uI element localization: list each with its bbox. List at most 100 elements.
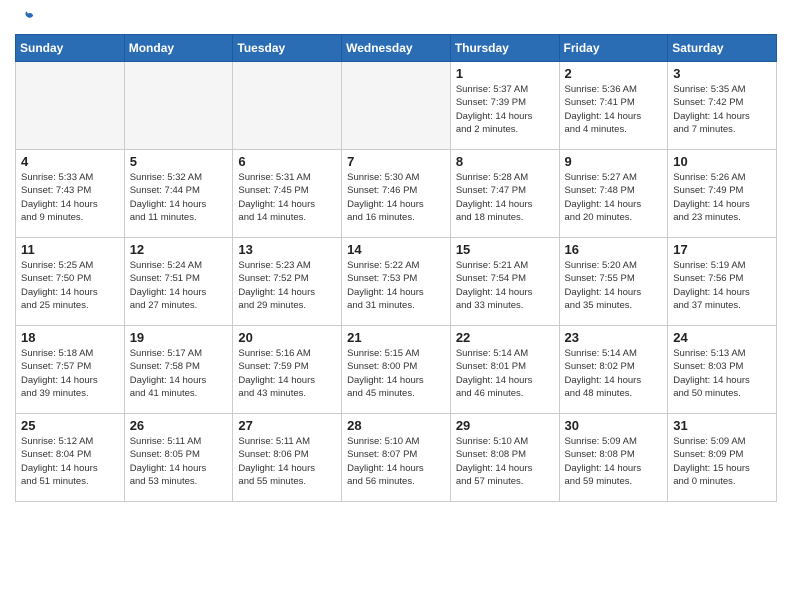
calendar-cell: 20 Sunrise: 5:16 AM Sunset: 7:59 PM Dayli… bbox=[233, 326, 342, 414]
day-number: 6 bbox=[238, 154, 336, 169]
logo bbox=[15, 10, 35, 28]
day-number: 14 bbox=[347, 242, 445, 257]
calendar-cell: 31 Sunrise: 5:09 AM Sunset: 8:09 PM Dayli… bbox=[668, 414, 777, 502]
calendar-cell: 22 Sunrise: 5:14 AM Sunset: 8:01 PM Dayli… bbox=[450, 326, 559, 414]
calendar-cell: 16 Sunrise: 5:20 AM Sunset: 7:55 PM Dayli… bbox=[559, 238, 668, 326]
logo-wave-icon bbox=[17, 10, 35, 28]
day-number: 23 bbox=[565, 330, 663, 345]
day-info: Sunrise: 5:10 AM Sunset: 8:07 PM Dayligh… bbox=[347, 435, 445, 488]
calendar-cell: 26Sunrise: 5:11 AM Sunset: 8:05 PM Dayli… bbox=[124, 414, 233, 502]
day-info: Sunrise: 5:27 AM Sunset: 7:48 PM Dayligh… bbox=[565, 171, 663, 224]
day-info: Sunrise: 5:09 AM Sunset: 8:09 PM Dayligh… bbox=[673, 435, 771, 488]
header-monday: Monday bbox=[124, 35, 233, 62]
day-info: Sunrise: 5:30 AM Sunset: 7:46 PM Dayligh… bbox=[347, 171, 445, 224]
day-number: 28 bbox=[347, 418, 445, 433]
calendar-cell: 17Sunrise: 5:19 AM Sunset: 7:56 PM Dayli… bbox=[668, 238, 777, 326]
day-info: Sunrise: 5:23 AM Sunset: 7:52 PM Dayligh… bbox=[238, 259, 336, 312]
day-number: 12 bbox=[130, 242, 228, 257]
calendar-week-row: 4 Sunrise: 5:33 AM Sunset: 7:43 PM Daylig… bbox=[16, 150, 777, 238]
day-info: Sunrise: 5:36 AM Sunset: 7:41 PM Dayligh… bbox=[565, 83, 663, 136]
day-info: Sunrise: 5:24 AM Sunset: 7:51 PM Dayligh… bbox=[130, 259, 228, 312]
calendar-cell bbox=[16, 62, 125, 150]
page: Sunday Monday Tuesday Wednesday Thursday… bbox=[0, 0, 792, 517]
calendar-cell: 29Sunrise: 5:10 AM Sunset: 8:08 PM Dayli… bbox=[450, 414, 559, 502]
calendar-week-row: 25 Sunrise: 5:12 AM Sunset: 8:04 PM Dayli… bbox=[16, 414, 777, 502]
calendar-cell: 19 Sunrise: 5:17 AM Sunset: 7:58 PM Dayli… bbox=[124, 326, 233, 414]
day-number: 26 bbox=[130, 418, 228, 433]
calendar-cell: 30 Sunrise: 5:09 AM Sunset: 8:08 PM Dayli… bbox=[559, 414, 668, 502]
day-info: Sunrise: 5:37 AM Sunset: 7:39 PM Dayligh… bbox=[456, 83, 554, 136]
calendar-cell: 8 Sunrise: 5:28 AM Sunset: 7:47 PM Daylig… bbox=[450, 150, 559, 238]
day-number: 20 bbox=[238, 330, 336, 345]
day-info: Sunrise: 5:21 AM Sunset: 7:54 PM Dayligh… bbox=[456, 259, 554, 312]
calendar-week-row: 11 Sunrise: 5:25 AM Sunset: 7:50 PM Dayli… bbox=[16, 238, 777, 326]
header bbox=[15, 10, 777, 28]
calendar-cell: 3 Sunrise: 5:35 AM Sunset: 7:42 PM Daylig… bbox=[668, 62, 777, 150]
calendar-cell: 14 Sunrise: 5:22 AM Sunset: 7:53 PM Dayli… bbox=[342, 238, 451, 326]
day-info: Sunrise: 5:26 AM Sunset: 7:49 PM Dayligh… bbox=[673, 171, 771, 224]
calendar-cell: 24 Sunrise: 5:13 AM Sunset: 8:03 PM Dayli… bbox=[668, 326, 777, 414]
day-info: Sunrise: 5:32 AM Sunset: 7:44 PM Dayligh… bbox=[130, 171, 228, 224]
calendar-cell: 28 Sunrise: 5:10 AM Sunset: 8:07 PM Dayli… bbox=[342, 414, 451, 502]
day-info: Sunrise: 5:16 AM Sunset: 7:59 PM Dayligh… bbox=[238, 347, 336, 400]
day-info: Sunrise: 5:28 AM Sunset: 7:47 PM Dayligh… bbox=[456, 171, 554, 224]
day-info: Sunrise: 5:33 AM Sunset: 7:43 PM Dayligh… bbox=[21, 171, 119, 224]
day-number: 8 bbox=[456, 154, 554, 169]
day-info: Sunrise: 5:18 AM Sunset: 7:57 PM Dayligh… bbox=[21, 347, 119, 400]
day-number: 1 bbox=[456, 66, 554, 81]
calendar-cell: 21Sunrise: 5:15 AM Sunset: 8:00 PM Dayli… bbox=[342, 326, 451, 414]
day-number: 16 bbox=[565, 242, 663, 257]
day-number: 22 bbox=[456, 330, 554, 345]
day-info: Sunrise: 5:25 AM Sunset: 7:50 PM Dayligh… bbox=[21, 259, 119, 312]
day-info: Sunrise: 5:11 AM Sunset: 8:06 PM Dayligh… bbox=[238, 435, 336, 488]
day-number: 10 bbox=[673, 154, 771, 169]
day-info: Sunrise: 5:35 AM Sunset: 7:42 PM Dayligh… bbox=[673, 83, 771, 136]
day-number: 2 bbox=[565, 66, 663, 81]
day-number: 7 bbox=[347, 154, 445, 169]
day-number: 18 bbox=[21, 330, 119, 345]
day-number: 31 bbox=[673, 418, 771, 433]
calendar-week-row: 18 Sunrise: 5:18 AM Sunset: 7:57 PM Dayli… bbox=[16, 326, 777, 414]
calendar-cell: 6 Sunrise: 5:31 AM Sunset: 7:45 PM Daylig… bbox=[233, 150, 342, 238]
calendar-cell bbox=[233, 62, 342, 150]
calendar-cell: 12 Sunrise: 5:24 AM Sunset: 7:51 PM Dayli… bbox=[124, 238, 233, 326]
day-number: 19 bbox=[130, 330, 228, 345]
day-number: 11 bbox=[21, 242, 119, 257]
day-number: 29 bbox=[456, 418, 554, 433]
day-info: Sunrise: 5:31 AM Sunset: 7:45 PM Dayligh… bbox=[238, 171, 336, 224]
calendar-cell: 9 Sunrise: 5:27 AM Sunset: 7:48 PM Daylig… bbox=[559, 150, 668, 238]
calendar-cell: 2 Sunrise: 5:36 AM Sunset: 7:41 PM Daylig… bbox=[559, 62, 668, 150]
day-info: Sunrise: 5:14 AM Sunset: 8:01 PM Dayligh… bbox=[456, 347, 554, 400]
day-number: 5 bbox=[130, 154, 228, 169]
day-number: 30 bbox=[565, 418, 663, 433]
day-number: 3 bbox=[673, 66, 771, 81]
day-number: 24 bbox=[673, 330, 771, 345]
day-number: 25 bbox=[21, 418, 119, 433]
header-friday: Friday bbox=[559, 35, 668, 62]
calendar-cell: 4 Sunrise: 5:33 AM Sunset: 7:43 PM Daylig… bbox=[16, 150, 125, 238]
calendar-cell bbox=[124, 62, 233, 150]
day-info: Sunrise: 5:17 AM Sunset: 7:58 PM Dayligh… bbox=[130, 347, 228, 400]
day-info: Sunrise: 5:15 AM Sunset: 8:00 PM Dayligh… bbox=[347, 347, 445, 400]
calendar-cell: 10 Sunrise: 5:26 AM Sunset: 7:49 PM Dayli… bbox=[668, 150, 777, 238]
day-info: Sunrise: 5:14 AM Sunset: 8:02 PM Dayligh… bbox=[565, 347, 663, 400]
header-sunday: Sunday bbox=[16, 35, 125, 62]
day-info: Sunrise: 5:19 AM Sunset: 7:56 PM Dayligh… bbox=[673, 259, 771, 312]
day-number: 9 bbox=[565, 154, 663, 169]
header-tuesday: Tuesday bbox=[233, 35, 342, 62]
day-info: Sunrise: 5:12 AM Sunset: 8:04 PM Dayligh… bbox=[21, 435, 119, 488]
day-info: Sunrise: 5:13 AM Sunset: 8:03 PM Dayligh… bbox=[673, 347, 771, 400]
calendar-cell bbox=[342, 62, 451, 150]
day-number: 13 bbox=[238, 242, 336, 257]
header-wednesday: Wednesday bbox=[342, 35, 451, 62]
calendar-cell: 23 Sunrise: 5:14 AM Sunset: 8:02 PM Dayli… bbox=[559, 326, 668, 414]
day-info: Sunrise: 5:20 AM Sunset: 7:55 PM Dayligh… bbox=[565, 259, 663, 312]
calendar-cell: 11 Sunrise: 5:25 AM Sunset: 7:50 PM Dayli… bbox=[16, 238, 125, 326]
day-info: Sunrise: 5:22 AM Sunset: 7:53 PM Dayligh… bbox=[347, 259, 445, 312]
header-saturday: Saturday bbox=[668, 35, 777, 62]
calendar-week-row: 1 Sunrise: 5:37 AM Sunset: 7:39 PM Daylig… bbox=[16, 62, 777, 150]
weekday-header-row: Sunday Monday Tuesday Wednesday Thursday… bbox=[16, 35, 777, 62]
day-info: Sunrise: 5:09 AM Sunset: 8:08 PM Dayligh… bbox=[565, 435, 663, 488]
calendar-cell: 25 Sunrise: 5:12 AM Sunset: 8:04 PM Dayli… bbox=[16, 414, 125, 502]
day-number: 4 bbox=[21, 154, 119, 169]
